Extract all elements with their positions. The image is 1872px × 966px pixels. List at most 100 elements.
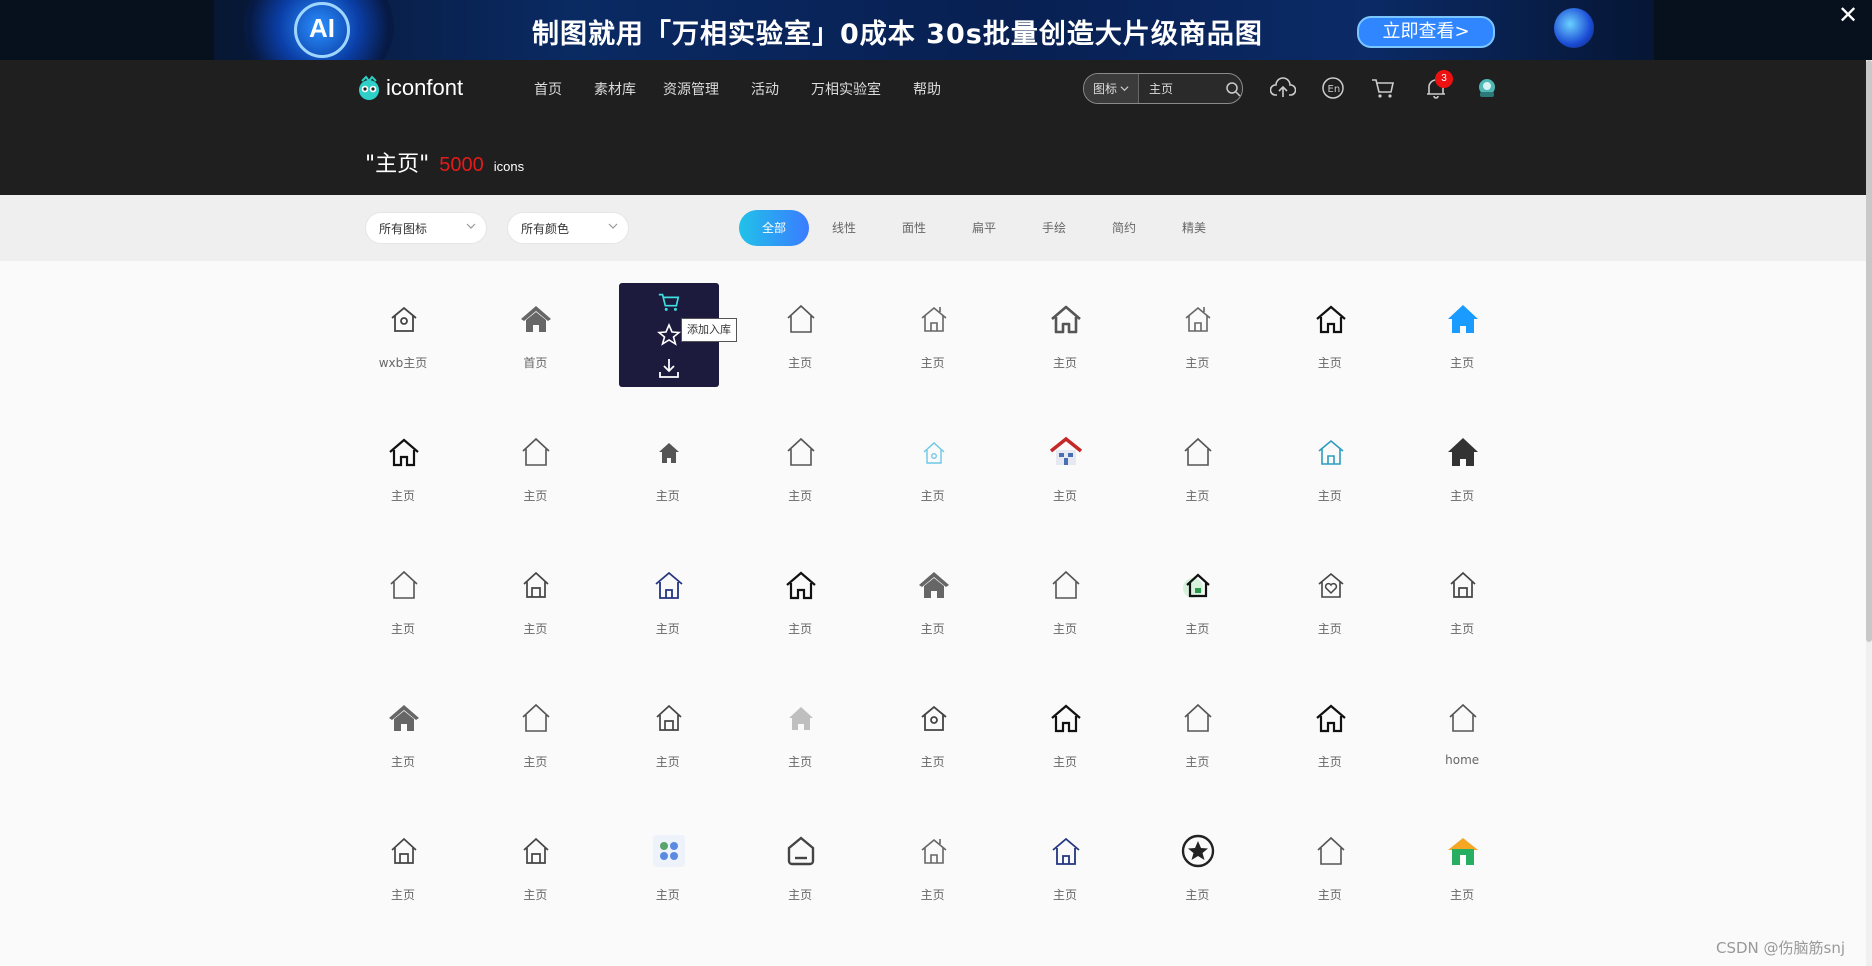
icon-type-select[interactable]: 所有图标 bbox=[366, 213, 486, 243]
tab-all[interactable]: 全部 bbox=[739, 210, 809, 246]
home-outline-thin-icon bbox=[1317, 836, 1345, 865]
icon-card[interactable]: 主页 bbox=[1397, 548, 1527, 653]
home-outline-thin-icon bbox=[787, 304, 815, 333]
icon-card[interactable]: 主页 bbox=[470, 548, 600, 653]
icon-card[interactable]: 主页 bbox=[735, 282, 865, 387]
icon-card[interactable]: 主页 bbox=[735, 548, 865, 653]
tab-flat[interactable]: 扁平 bbox=[949, 210, 1019, 246]
chevron-down-icon bbox=[466, 223, 476, 229]
color-select[interactable]: 所有颜色 bbox=[508, 213, 628, 243]
icon-card[interactable]: 主页 bbox=[1265, 814, 1395, 919]
icon-card[interactable]: 主页 bbox=[1397, 415, 1527, 520]
icon-card[interactable]: 主页 bbox=[1265, 282, 1395, 387]
language-en-icon[interactable]: En bbox=[1320, 77, 1346, 99]
search-type-label: 图标 bbox=[1092, 82, 1117, 96]
tab-exquisite[interactable]: 精美 bbox=[1159, 210, 1229, 246]
download-icon[interactable] bbox=[657, 357, 681, 379]
icon-card[interactable]: 主页 bbox=[1000, 282, 1130, 387]
home-outline-navy-icon bbox=[655, 571, 683, 599]
home-app-dots-icon bbox=[652, 835, 685, 867]
promo-banner[interactable]: AI 制图就用「万相实验室」0成本 30s批量创造大片级商品图 立即查看> bbox=[0, 0, 1872, 60]
icon-card[interactable]: 主页 bbox=[1000, 681, 1130, 786]
user-avatar-icon[interactable] bbox=[1474, 77, 1500, 99]
icon-card[interactable]: 主页 bbox=[868, 681, 998, 786]
tab-linear[interactable]: 线性 bbox=[809, 210, 879, 246]
icon-card[interactable]: 主页 bbox=[1132, 548, 1262, 653]
home-outline-dot-icon bbox=[391, 306, 417, 332]
tab-simple[interactable]: 简约 bbox=[1089, 210, 1159, 246]
icon-card[interactable]: 首页 bbox=[470, 282, 600, 387]
icon-label: 主页 bbox=[788, 622, 813, 636]
icon-label: 主页 bbox=[523, 888, 548, 902]
icon-card[interactable]: 主页 bbox=[1132, 681, 1262, 786]
icon-card[interactable]: 主页 bbox=[603, 415, 733, 520]
icon-card[interactable]: 主页 bbox=[1132, 814, 1262, 919]
search-type-select[interactable]: 图标 bbox=[1084, 74, 1139, 103]
icon-card[interactable]: 主页 bbox=[603, 814, 733, 919]
home-outline-door-icon bbox=[523, 837, 549, 864]
nav-materials[interactable]: 素材库 bbox=[594, 79, 636, 99]
search-icon[interactable] bbox=[1225, 81, 1241, 97]
cart-icon[interactable] bbox=[1370, 77, 1396, 99]
icon-card[interactable]: 主页 bbox=[338, 415, 468, 520]
icon-label: 主页 bbox=[1185, 755, 1210, 769]
promo-banner-art[interactable]: AI 制图就用「万相实验室」0成本 30s批量创造大片级商品图 立即查看> bbox=[214, 0, 1654, 60]
icon-card[interactable]: 主页 bbox=[868, 415, 998, 520]
icon-card[interactable]: 主页 bbox=[1397, 814, 1527, 919]
notification-badge: 3 bbox=[1435, 70, 1453, 88]
icon-card[interactable]: 主页 bbox=[470, 415, 600, 520]
scrollbar-thumb[interactable] bbox=[1866, 60, 1872, 642]
icon-card[interactable]: 主页 bbox=[338, 814, 468, 919]
icon-card[interactable]: wxb主页 bbox=[338, 282, 468, 387]
icon-card[interactable]: 主页 bbox=[1265, 415, 1395, 520]
logo-text: iconfont bbox=[386, 75, 464, 100]
add-to-library-tooltip: 添加入库 bbox=[681, 318, 737, 342]
home-filled-gray-icon bbox=[918, 572, 949, 598]
close-banner-icon[interactable]: ✕ bbox=[1835, 2, 1861, 28]
upload-cloud-icon[interactable] bbox=[1270, 77, 1296, 99]
icon-label: 主页 bbox=[1185, 622, 1210, 636]
search-result-title: "主页" 5000 icons bbox=[365, 146, 524, 178]
tab-hand-drawn[interactable]: 手绘 bbox=[1019, 210, 1089, 246]
icon-card[interactable]: 主页 bbox=[868, 814, 998, 919]
icon-card[interactable]: 主页 bbox=[1265, 681, 1395, 786]
icon-card[interactable]: 主页 bbox=[1132, 415, 1262, 520]
icon-card[interactable]: 主页 bbox=[1132, 282, 1262, 387]
icon-card[interactable]: 主页 bbox=[338, 681, 468, 786]
nav-wanxiang-lab[interactable]: 万相实验室 bbox=[811, 79, 881, 99]
icon-card[interactable]: 主页 bbox=[1265, 548, 1395, 653]
nav-resource-management[interactable]: 资源管理 bbox=[663, 79, 719, 99]
icon-card[interactable]: 主页 bbox=[1000, 415, 1130, 520]
icon-label: 主页 bbox=[390, 888, 415, 902]
banner-cta-button[interactable]: 立即查看> bbox=[1357, 16, 1495, 48]
search-input[interactable] bbox=[1147, 80, 1221, 97]
icon-card[interactable]: 主页 bbox=[735, 415, 865, 520]
tab-surface[interactable]: 面性 bbox=[879, 210, 949, 246]
icon-card[interactable]: 主页 bbox=[1397, 282, 1527, 387]
icon-card[interactable]: 主页 bbox=[1000, 548, 1130, 653]
home-outline-thin-icon bbox=[1449, 703, 1477, 732]
icon-label: 主页 bbox=[1317, 755, 1342, 769]
iconfont-logo[interactable]: iconfont bbox=[356, 73, 463, 103]
star-collect-icon[interactable] bbox=[657, 323, 681, 347]
icon-card[interactable]: 主页 bbox=[735, 814, 865, 919]
icon-card[interactable]: 主页 bbox=[1000, 814, 1130, 919]
icon-card[interactable]: 主页 bbox=[470, 681, 600, 786]
icon-card[interactable]: 主页 bbox=[603, 681, 733, 786]
icon-card[interactable]: 主页 bbox=[338, 548, 468, 653]
add-to-cart-icon[interactable] bbox=[657, 291, 681, 313]
icon-label: 主页 bbox=[920, 489, 945, 503]
icon-card[interactable]: 主页 bbox=[735, 681, 865, 786]
icon-label: 主页 bbox=[1450, 356, 1475, 370]
nav-home[interactable]: 首页 bbox=[534, 79, 562, 99]
icon-card[interactable]: 主页 bbox=[470, 814, 600, 919]
icon-label: 主页 bbox=[920, 755, 945, 769]
home-star-circle-icon bbox=[1182, 834, 1215, 868]
nav-activities[interactable]: 活动 bbox=[751, 79, 779, 99]
home-outline-thin-icon bbox=[522, 703, 550, 732]
nav-help[interactable]: 帮助 bbox=[913, 79, 941, 99]
icon-card[interactable]: 主页 bbox=[868, 282, 998, 387]
icon-card[interactable]: 主页 bbox=[868, 548, 998, 653]
icon-card[interactable]: home bbox=[1397, 681, 1527, 786]
icon-card[interactable]: 主页 bbox=[603, 548, 733, 653]
